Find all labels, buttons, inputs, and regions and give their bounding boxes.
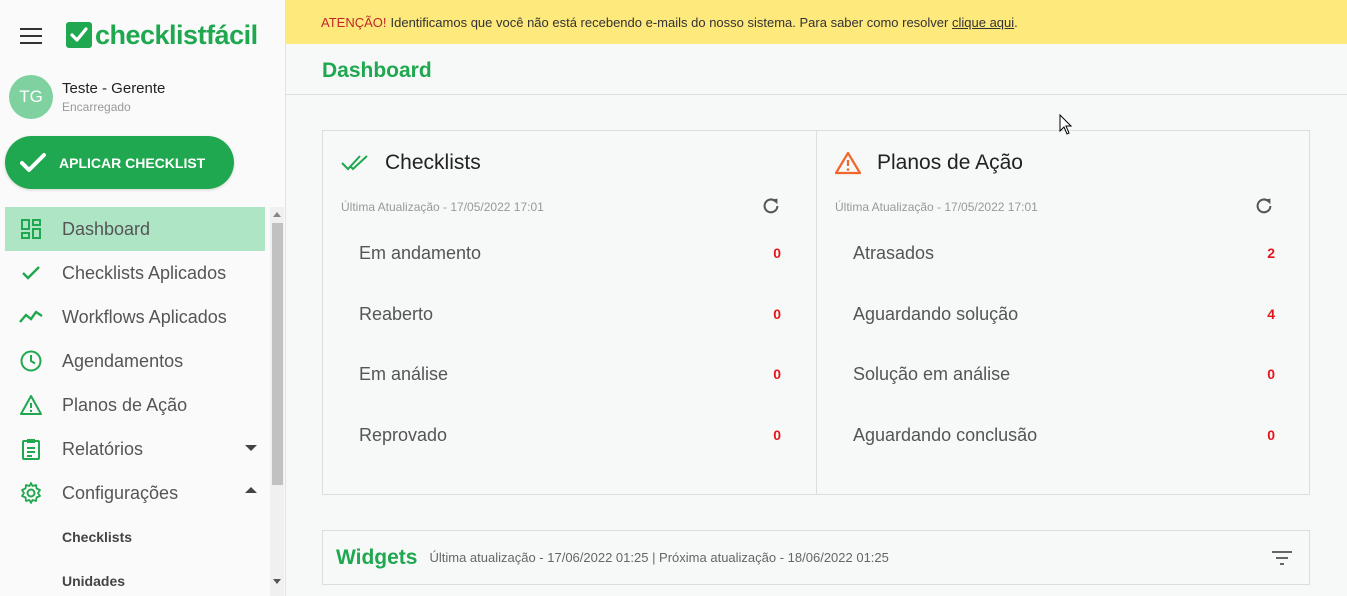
menu-icon[interactable]	[20, 28, 42, 44]
check-icon	[18, 260, 44, 286]
row-label: Em análise	[359, 364, 449, 384]
sidebar-item-label: Agendamentos	[62, 350, 184, 371]
checklist-row-reaberto[interactable]: Reaberto 0	[359, 304, 781, 365]
checklist-row-em-analise[interactable]: Em análise 0	[359, 364, 781, 425]
apply-checklist-label: APLICAR CHECKLIST	[59, 154, 206, 171]
row-value: 0	[1267, 366, 1275, 382]
dashboard-cards: Checklists Última Atualização - 17/05/20…	[322, 130, 1310, 495]
sidebar-scrollbar[interactable]	[270, 207, 284, 596]
banner-link[interactable]: clique aqui	[952, 15, 1014, 30]
plan-row-atrasados[interactable]: Atrasados 2	[853, 243, 1275, 304]
sidebar-item-workflows-aplicados[interactable]: Workflows Aplicados	[5, 295, 265, 339]
row-label: Atrasados	[853, 243, 935, 263]
widgets-panel: Widgets Última atualização - 17/06/2022 …	[322, 530, 1310, 585]
user-profile[interactable]: TG Teste - Gerente Encarregado	[9, 75, 165, 119]
widgets-title: Widgets	[336, 545, 418, 569]
banner-suffix: .	[1014, 14, 1018, 30]
checklist-row-em-andamento[interactable]: Em andamento 0	[359, 243, 781, 304]
sidebar-item-relatorios[interactable]: Relatórios	[5, 427, 265, 471]
avatar: TG	[9, 75, 53, 119]
clipboard-icon	[18, 436, 44, 462]
sidebar-item-label: Planos de Ação	[62, 394, 188, 415]
sidebar-item-configuracoes[interactable]: Configurações	[5, 471, 265, 515]
row-label: Em andamento	[359, 243, 482, 263]
checklists-card: Checklists Última Atualização - 17/05/20…	[323, 131, 816, 494]
sidebar-subitem-checklists[interactable]: Checklists	[0, 515, 270, 559]
trend-icon	[18, 304, 44, 330]
scroll-down-icon[interactable]	[273, 579, 281, 584]
dashboard-icon	[18, 216, 44, 242]
sidebar-item-dashboard[interactable]: Dashboard	[5, 207, 265, 251]
widgets-update-info: Última atualização - 17/06/2022 01:25 | …	[429, 550, 889, 565]
clock-icon	[18, 348, 44, 374]
row-value: 0	[1267, 426, 1275, 443]
checklists-card-title: Checklists	[385, 151, 481, 174]
sidebar-subitem-unidades[interactable]: Unidades	[0, 559, 270, 596]
filter-icon[interactable]	[1271, 549, 1293, 572]
user-role: Encarregado	[62, 100, 131, 114]
sidebar-item-checklists-aplicados[interactable]: Checklists Aplicados	[5, 251, 265, 295]
sidebar-item-label: Dashboard	[62, 218, 151, 239]
sidebar: checklistfácil TG Teste - Gerente Encarr…	[0, 0, 286, 596]
warning-icon	[18, 392, 44, 418]
row-value: 0	[773, 426, 781, 443]
sidebar-header: checklistfácil	[0, 0, 286, 70]
action-plans-last-update: Última Atualização - 17/05/2022 17:01	[835, 200, 1038, 214]
banner-prefix: ATENÇÃO!	[321, 14, 387, 30]
check-icon	[20, 152, 46, 172]
apply-checklist-button[interactable]: APLICAR CHECKLIST	[5, 136, 234, 189]
logo-text: checklistfácil	[95, 19, 258, 50]
sidebar-item-label: Workflows Aplicados	[62, 306, 227, 327]
banner-message: Identificamos que você não está recebend…	[390, 14, 949, 30]
plan-row-aguardando-solucao[interactable]: Aguardando solução 4	[853, 304, 1275, 365]
checklists-last-update: Última Atualização - 17/05/2022 17:01	[341, 200, 544, 214]
page-title: Dashboard	[322, 59, 432, 82]
logo[interactable]: checklistfácil	[66, 20, 258, 50]
chevron-up-icon	[245, 487, 257, 493]
sidebar-item-agendamentos[interactable]: Agendamentos	[5, 339, 265, 383]
sidebar-item-label: Configurações	[62, 482, 179, 503]
row-label: Aguardando conclusão	[853, 424, 1038, 445]
row-label: Reaberto	[359, 303, 434, 324]
row-label: Reprovado	[359, 424, 448, 445]
logo-check-icon	[66, 22, 92, 48]
action-plans-card-title: Planos de Ação	[877, 151, 1023, 174]
row-value: 0	[773, 305, 781, 322]
page-header: Dashboard	[286, 44, 1347, 95]
scroll-thumb[interactable]	[272, 223, 283, 485]
sidebar-item-planos-de-acao[interactable]: Planos de Ação	[5, 383, 265, 427]
sidebar-item-label: Checklists Aplicados	[62, 262, 227, 283]
refresh-icon[interactable]	[1253, 195, 1275, 222]
scroll-up-icon[interactable]	[273, 212, 281, 217]
warning-icon	[835, 151, 861, 175]
double-check-icon	[341, 155, 368, 171]
row-value: 0	[773, 245, 781, 261]
email-warning-banner: ATENÇÃO! Identificamos que você não está…	[286, 0, 1347, 44]
chevron-down-icon	[245, 445, 257, 451]
mouse-cursor-icon	[1059, 113, 1073, 141]
row-value: 2	[1267, 245, 1275, 261]
row-value: 0	[773, 366, 781, 382]
gear-icon	[18, 480, 44, 506]
sidebar-item-label: Relatórios	[62, 438, 144, 459]
refresh-icon[interactable]	[760, 195, 782, 222]
row-value: 4	[1267, 305, 1275, 322]
plan-row-solucao-em-analise[interactable]: Solução em análise 0	[853, 364, 1275, 425]
checklist-row-reprovado[interactable]: Reprovado 0	[359, 425, 781, 486]
row-label: Solução em análise	[853, 364, 1011, 384]
sidebar-nav: Dashboard Checklists Aplicados Workflows…	[0, 207, 270, 596]
action-plans-card: Planos de Ação Última Atualização - 17/0…	[816, 131, 1309, 494]
plan-row-aguardando-conclusao[interactable]: Aguardando conclusão 0	[853, 425, 1275, 486]
user-name: Teste - Gerente	[62, 80, 166, 97]
row-label: Aguardando solução	[853, 303, 1019, 324]
